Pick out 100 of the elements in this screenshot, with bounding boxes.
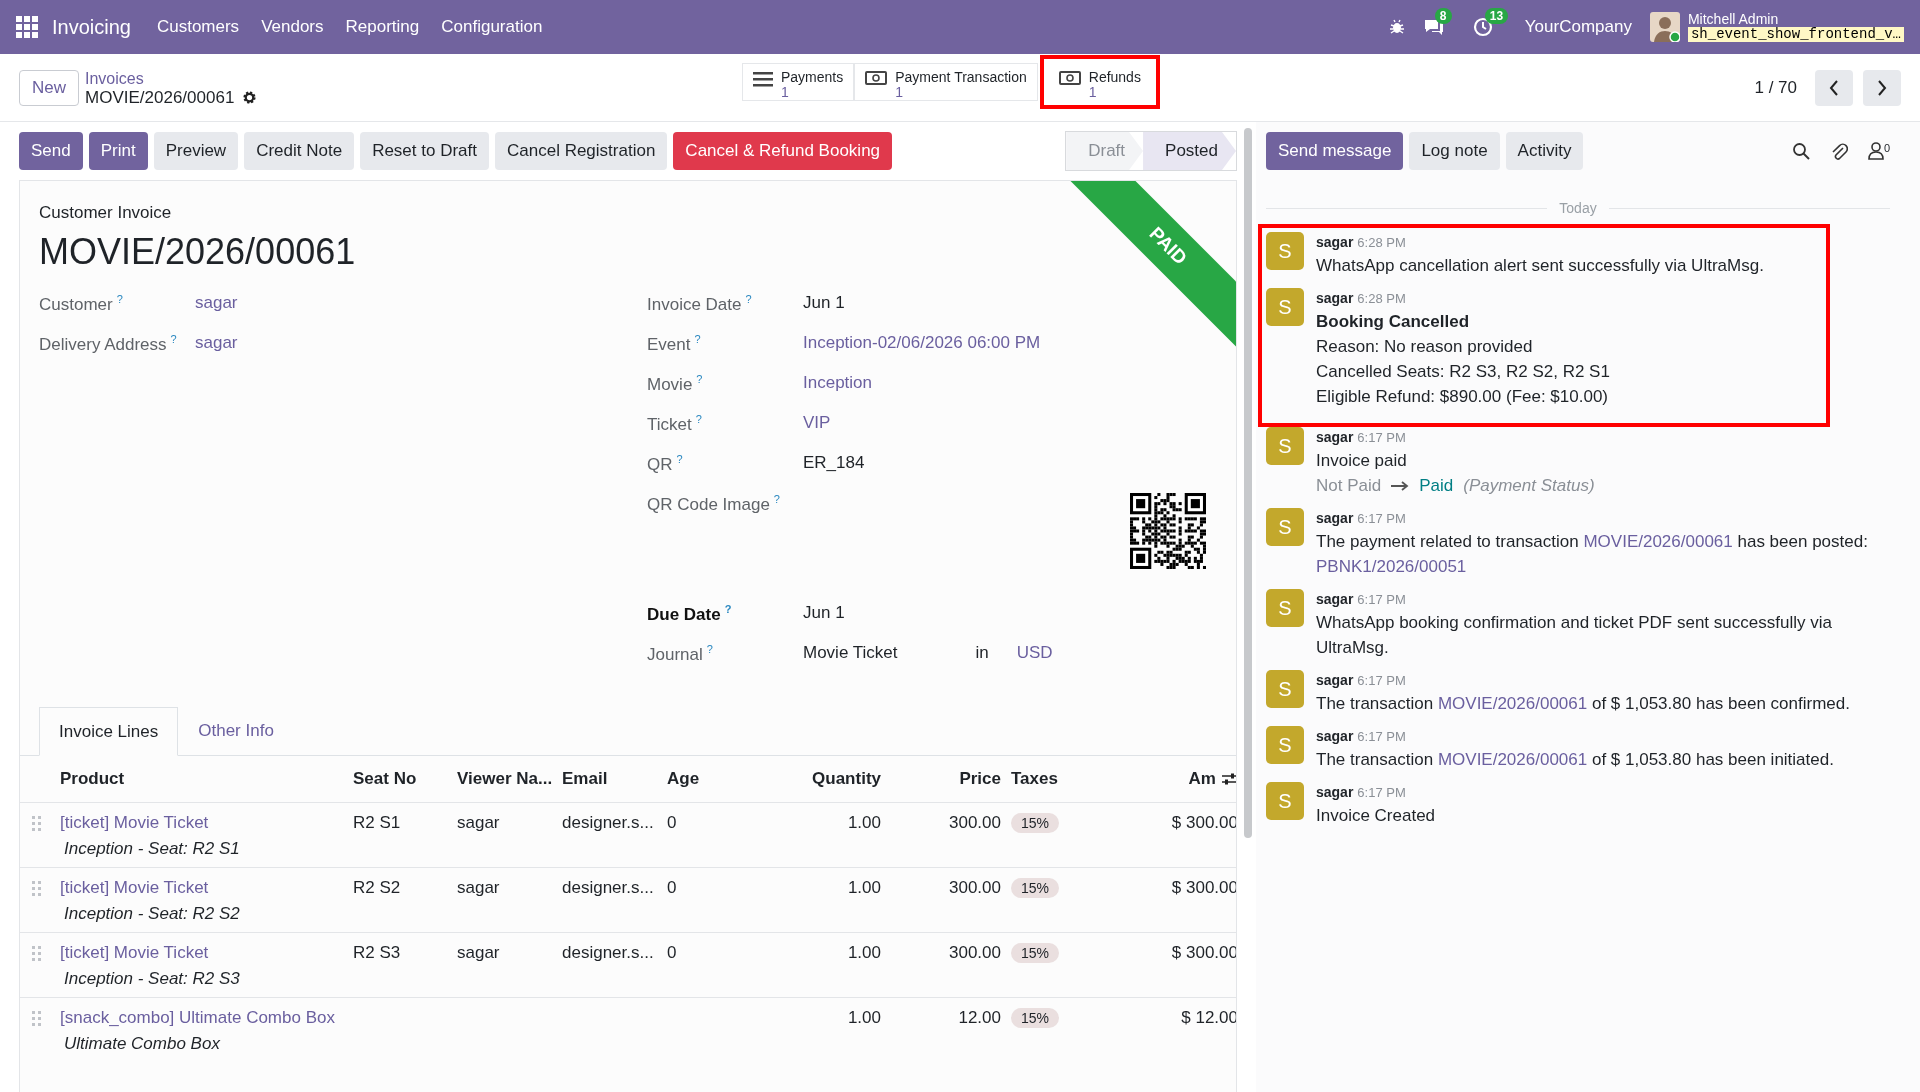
record-title: MOVIE/2026/00061: [39, 231, 356, 273]
action-button[interactable]: Cancel Registration: [495, 132, 668, 170]
record-link[interactable]: PBNK1/2026/00051: [1316, 557, 1467, 576]
message-author: sagar: [1316, 672, 1354, 688]
user-avatar: S: [1266, 589, 1304, 627]
table-cell: 12.00: [958, 1008, 1001, 1027]
chevron-left-icon: [1829, 79, 1839, 96]
message-time: 6:17 PM: [1357, 785, 1406, 800]
field-label: Invoice Date $^{?}$: [647, 293, 753, 315]
column-header: Email: [562, 769, 609, 789]
gear-icon[interactable]: [242, 89, 258, 105]
banknote-icon: [1058, 70, 1081, 86]
field-label: Movie $^{?}$: [647, 373, 704, 395]
user-avatar[interactable]: [1649, 12, 1680, 42]
user-avatar: S: [1266, 782, 1304, 820]
sliders-icon[interactable]: [1222, 772, 1236, 786]
new-value: Paid: [1419, 475, 1454, 497]
field-link[interactable]: sagar: [195, 333, 238, 352]
list-icon: [753, 70, 773, 88]
product-link[interactable]: [snack_combo] Ultimate Combo Box: [60, 1008, 335, 1027]
menu-item[interactable]: Reporting: [345, 17, 420, 37]
message-author: sagar: [1316, 429, 1354, 445]
action-button[interactable]: Cancel & Refund Booking: [673, 132, 893, 170]
next-button[interactable]: [1863, 69, 1901, 106]
person-icon[interactable]: [1867, 142, 1884, 160]
message-author: sagar: [1316, 510, 1354, 526]
smart-button[interactable]: Payment Transaction 1: [854, 63, 1038, 101]
field-connector: in: [975, 643, 989, 663]
message-count: 8: [1434, 8, 1452, 24]
table-cell: 0: [667, 813, 677, 832]
scrollbar[interactable]: [1244, 128, 1252, 838]
apps-menu-icon[interactable]: [16, 16, 38, 38]
action-button[interactable]: Preview: [153, 132, 239, 170]
currency-link[interactable]: USD: [1016, 643, 1053, 663]
new-button[interactable]: New: [19, 69, 79, 106]
field-link[interactable]: sagar: [195, 293, 238, 312]
previous-button[interactable]: [1815, 69, 1853, 106]
app-name[interactable]: Invoicing: [52, 15, 131, 39]
user-avatar: S: [1266, 232, 1304, 270]
table-cell: sagar: [457, 878, 500, 897]
field-link[interactable]: VIP: [803, 413, 831, 432]
menu-item[interactable]: Configuration: [441, 17, 543, 37]
message-text: The transaction MOVIE/2026/00061 of $ 1,053.80 has been confirmed.: [1316, 693, 1850, 715]
table-cell: 1.00: [847, 943, 881, 962]
chevron-right-icon: [1877, 79, 1887, 96]
menu-item[interactable]: Vendors: [261, 17, 324, 37]
table-cell: 300.00: [949, 878, 1001, 897]
chatter-button[interactable]: Send message: [1266, 132, 1404, 170]
product-link[interactable]: [ticket] Movie Ticket: [60, 878, 209, 897]
action-button[interactable]: Credit Note: [244, 132, 355, 170]
drag-handle-icon[interactable]: [32, 881, 42, 897]
drag-handle-icon[interactable]: [32, 1011, 42, 1027]
message-author: sagar: [1316, 784, 1354, 800]
menu-item[interactable]: Customers: [156, 17, 240, 37]
column-header: Product: [60, 769, 126, 789]
table-cell: designer.s...: [562, 878, 654, 897]
chatter-button[interactable]: Log note: [1409, 132, 1500, 170]
follower-count: 0: [1883, 142, 1890, 154]
status-step[interactable]: Posted: [1143, 132, 1236, 170]
action-button[interactable]: Reset to Draft: [360, 132, 489, 170]
drag-handle-icon[interactable]: [32, 946, 42, 962]
field-link[interactable]: Inception-02/06/2026 06:00 PM: [803, 333, 1041, 352]
tab[interactable]: Invoice Lines: [39, 707, 179, 756]
tab[interactable]: Other Info: [178, 707, 294, 755]
column-header: Seat No: [353, 769, 418, 789]
activity-count: 13: [1484, 8, 1509, 24]
product-link[interactable]: [ticket] Movie Ticket: [60, 813, 209, 832]
tax-tag: 15%: [1011, 943, 1060, 963]
record-link[interactable]: MOVIE/2026/00061: [1583, 532, 1733, 551]
search-icon[interactable]: [1791, 142, 1810, 160]
drag-handle-icon[interactable]: [32, 816, 42, 832]
pager-text: 1 / 70: [1754, 77, 1797, 98]
message-title: Booking Cancelled: [1316, 311, 1471, 333]
message-text: Cancelled Seats: R2 S3, R2 S2, R2 S1: [1316, 361, 1610, 383]
user-name[interactable]: Mitchell Admin: [1687, 12, 1904, 27]
chatter-button[interactable]: Activity: [1505, 132, 1584, 170]
message-text: WhatsApp booking confirmation and ticket PDF sent successfully via UltraMsg.: [1316, 612, 1833, 659]
message-text: Invoice Created: [1316, 805, 1436, 827]
smart-button[interactable]: Payments 1: [742, 63, 855, 101]
field-label: Delivery Address $^{?}$: [39, 333, 178, 355]
product-link[interactable]: [ticket] Movie Ticket: [60, 943, 209, 962]
message-text: The transaction MOVIE/2026/00061 of $ 1,053.80 has been initiated.: [1316, 749, 1834, 771]
action-button[interactable]: Send: [19, 132, 83, 170]
company-name[interactable]: YourCompany: [1524, 17, 1632, 37]
action-button[interactable]: Print: [88, 132, 148, 170]
field-link[interactable]: Inception: [803, 373, 872, 392]
old-value: Not Paid: [1316, 475, 1382, 497]
table-cell: designer.s...: [562, 813, 654, 832]
table-cell: sagar: [457, 943, 500, 962]
breadcrumb-link[interactable]: Invoices: [85, 68, 258, 88]
tracked-field: (Payment Status): [1463, 473, 1595, 498]
field-label: Ticket $^{?}$: [647, 413, 703, 435]
status-step[interactable]: Draft: [1066, 132, 1144, 170]
table-cell: 300.00: [949, 943, 1001, 962]
record-link[interactable]: MOVIE/2026/00061: [1437, 750, 1588, 769]
table-cell: 300.00: [949, 813, 1001, 832]
record-link[interactable]: MOVIE/2026/00061: [1437, 694, 1588, 713]
column-header: Taxes: [1011, 769, 1059, 789]
bug-icon[interactable]: [1388, 19, 1405, 35]
column-header: Am: [1188, 769, 1216, 789]
